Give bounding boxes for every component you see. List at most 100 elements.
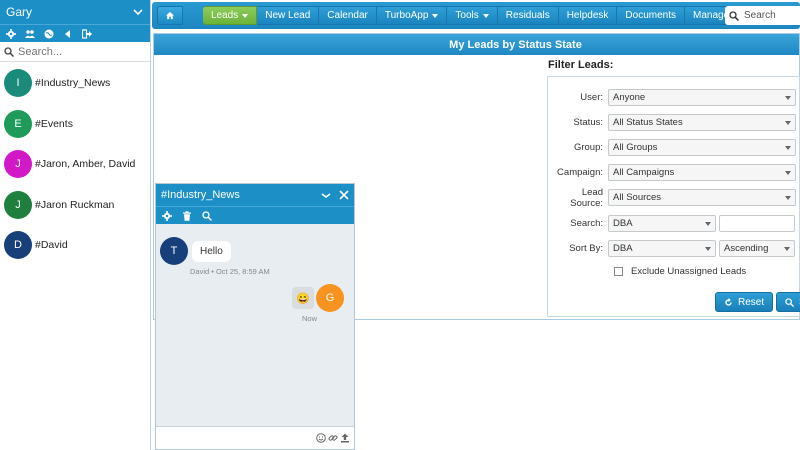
nav-calendar[interactable]: Calendar [319,6,377,25]
chat-window-header[interactable]: #Industry_News [156,184,354,206]
avatar: T [160,237,188,265]
chat-window-toolbar [156,206,354,224]
caret-down-icon [705,246,711,251]
sidebar-search-input[interactable] [18,45,138,58]
status-select-value: All Status States [613,117,683,128]
nav-residuals-label: Residuals [505,10,550,21]
avatar: E [4,109,32,138]
lead-source-select-value: All Sources [613,192,662,203]
collapse-left-icon[interactable] [63,29,73,39]
avatar: D [4,231,32,260]
campaign-select-value: All Campaigns [613,167,675,178]
search-icon [729,10,739,21]
sort-by-label: Sort By: [569,243,603,254]
top-nav: Leads New Lead Calendar TurboApp Tools R… [152,2,800,29]
caret-down-icon [432,13,439,18]
conversation-item[interactable]: J #Jaron, Amber, David [0,144,150,185]
nav-helpdesk[interactable]: Helpdesk [558,6,618,25]
sort-order-select[interactable]: Ascending [719,240,795,257]
search-icon[interactable] [202,210,212,221]
lead-source-select[interactable]: All Sources [608,189,796,206]
avatar: G [316,284,344,312]
nav-new-lead[interactable]: New Lead [257,6,320,25]
minimize-icon[interactable] [321,190,331,200]
search-text-input[interactable] [719,215,795,232]
filter-row-status: Status: All Status States [548,114,800,131]
gear-icon[interactable] [6,28,16,39]
chat-window-title: #Industry_News [161,189,240,201]
upload-icon[interactable] [340,433,350,443]
nav-calendar-label: Calendar [327,10,368,21]
emoji-icon[interactable] [316,433,326,443]
nav-new-lead-label: New Lead [265,10,311,21]
nav-search-field[interactable]: Search [725,6,800,25]
campaign-select[interactable]: All Campaigns [608,164,796,181]
chat-input-bar[interactable] [156,426,354,449]
user-select[interactable]: Anyone [608,89,796,106]
chevron-down-icon[interactable] [132,6,144,18]
filter-title: Filter Leads: [548,59,614,71]
sidebar-search[interactable] [0,42,150,62]
caret-down-icon [705,221,711,226]
conversation-name: #Events [35,117,73,130]
group-select-value: All Groups [613,142,658,153]
reset-button-label: Reset [738,296,765,308]
conversation-list: I #Industry_News E #Events J #Jaron, Amb… [0,62,150,266]
search-label: Search: [570,218,603,229]
filter-row-sort: Sort By: DBA Ascending [548,240,800,257]
exclude-unassigned-checkbox[interactable] [614,267,623,276]
caret-down-icon [785,95,791,100]
chat-sidebar: Gary I #Industry_News E #Events J #Jaron… [0,0,151,450]
nav-search-placeholder: Search [744,10,776,21]
nav-documents[interactable]: Documents [617,6,685,25]
search-button[interactable]: S [776,292,800,312]
avatar: I [4,69,32,98]
panel-title: My Leads by Status State [154,34,799,55]
avatar: J [4,150,32,179]
exclude-unassigned-row: Exclude Unassigned Leads [614,266,746,277]
current-user-name: Gary [6,5,33,19]
link-icon[interactable] [328,433,338,443]
lead-source-label: Lead Source: [570,186,603,209]
users-icon[interactable] [25,29,35,39]
conversation-item[interactable]: J #Jaron Ruckman [0,185,150,226]
message-bubble: Hello [192,240,231,262]
conversation-item[interactable]: I #Industry_News [0,63,150,104]
caret-down-icon [785,195,791,200]
status-select[interactable]: All Status States [608,114,796,131]
sort-field-select[interactable]: DBA [608,240,716,257]
caret-down-icon [785,120,791,125]
nav-tools[interactable]: Tools [447,6,498,25]
filter-row-user: User: Anyone [548,89,800,106]
home-button[interactable] [157,6,183,25]
group-select[interactable]: All Groups [608,139,796,156]
caret-down-icon [785,145,791,150]
close-icon[interactable] [339,190,349,200]
caret-down-icon [784,246,790,251]
nav-turboapp[interactable]: TurboApp [376,6,448,25]
avatar: J [4,190,32,219]
campaign-label: Campaign: [557,167,603,178]
home-icon [166,11,174,20]
globe-icon[interactable] [44,29,54,39]
sort-order-value: Ascending [724,243,769,254]
conversation-item[interactable]: D #David [0,225,150,266]
incoming-message: T Hello [160,237,231,265]
message-meta: David • Oct 25, 8:59 AM [190,267,270,276]
nav-leads[interactable]: Leads [203,6,258,25]
sign-out-icon[interactable] [82,28,92,39]
search-icon [4,46,14,57]
reset-button[interactable]: Reset [715,292,774,312]
conversation-item[interactable]: E #Events [0,104,150,145]
user-label: User: [580,92,603,103]
user-select-value: Anyone [613,92,646,103]
filter-row-campaign: Campaign: All Campaigns [548,164,800,181]
search-field-select[interactable]: DBA [608,215,716,232]
conversation-name: #Jaron, Amber, David [35,158,136,171]
sidebar-header[interactable]: Gary [0,0,150,24]
sidebar-toolbar [0,24,150,42]
trash-icon[interactable] [182,210,192,221]
nav-turboapp-label: TurboApp [384,10,429,21]
nav-residuals[interactable]: Residuals [497,6,559,25]
gear-icon[interactable] [162,210,172,221]
